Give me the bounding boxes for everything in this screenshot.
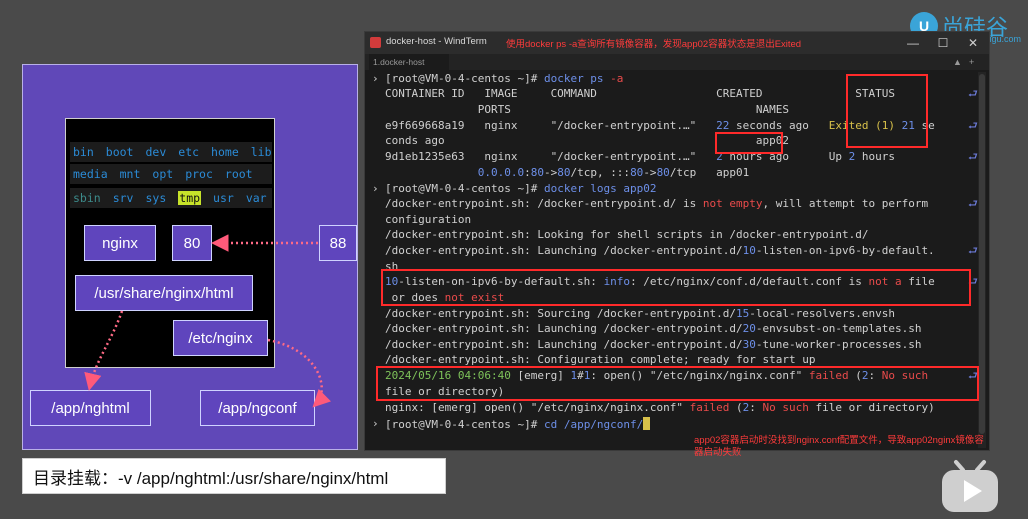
windterm-app-icon bbox=[370, 37, 381, 48]
mount-caption: 目录挂载：-v /app/nghtml:/usr/share/nginx/htm… bbox=[22, 458, 446, 494]
minimize-button[interactable]: — bbox=[898, 32, 928, 54]
terminal-line: /docker-entrypoint.sh: /docker-entrypoin… bbox=[385, 197, 929, 210]
prompt-marker: › bbox=[372, 72, 379, 85]
wrap-icon: ⮐ bbox=[968, 244, 978, 257]
wrap-icon: ⮐ bbox=[968, 150, 978, 163]
tab-add-icon[interactable]: + bbox=[969, 54, 974, 70]
maximize-button[interactable]: ☐ bbox=[928, 32, 958, 54]
terminal-line: 9d1eb1235e63 nginx "/docker-entrypoint.…… bbox=[385, 150, 895, 163]
title-annotation: 使用docker ps -a查询所有镜像容器，发现app02容器状态是退出Exi… bbox=[506, 39, 802, 50]
bottom-annotation: app02容器启动时没找到nginx.conf配置文件，导致app02nginx… bbox=[694, 435, 984, 458]
terminal-line: /docker-entrypoint.sh: Configuration com… bbox=[385, 353, 816, 366]
wrap-icon: ⮐ bbox=[968, 119, 978, 132]
scrollbar-thumb[interactable] bbox=[979, 74, 985, 434]
terminal-line: CONTAINER ID IMAGE COMMAND CREATED STATU… bbox=[385, 87, 895, 100]
terminal-line: [root@VM-0-4-centos ~]# docker ps -a bbox=[385, 72, 624, 85]
terminal-line: PORTS NAMES bbox=[385, 103, 789, 116]
app02-highlight-box bbox=[715, 132, 783, 154]
html-mount-arrow bbox=[84, 310, 124, 391]
conf-mount-arrow bbox=[267, 338, 332, 408]
terminal-line: nginx: [emerg] open() "/etc/nginx/nginx.… bbox=[385, 401, 935, 414]
ipv6-info-highlight-box bbox=[381, 269, 971, 306]
terminal-line: [root@VM-0-4-centos ~]# docker logs app0… bbox=[385, 182, 657, 195]
terminal-line: /docker-entrypoint.sh: Launching /docker… bbox=[385, 338, 922, 351]
terminal-line: /docker-entrypoint.sh: Looking for shell… bbox=[385, 228, 869, 241]
terminal-line: /docker-entrypoint.sh: Sourcing /docker-… bbox=[385, 307, 895, 320]
terminal-line: 0.0.0.0:80->80/tcp, :::80->80/tcp app01 bbox=[477, 166, 750, 179]
window-title: docker-host - WindTerm bbox=[386, 36, 487, 47]
video-player-icon[interactable] bbox=[938, 458, 1002, 516]
tab-docker-host[interactable]: 1.docker-host bbox=[369, 54, 449, 70]
wrap-icon: ⮐ bbox=[968, 197, 978, 210]
tab-prev-icon[interactable]: ▲ bbox=[953, 54, 962, 70]
close-button[interactable]: ✕ bbox=[958, 32, 988, 54]
terminal-line[interactable]: [root@VM-0-4-centos ~]# cd /app/ngconf/ bbox=[385, 417, 651, 432]
prompt-marker: › bbox=[372, 417, 379, 430]
status-highlight-box bbox=[846, 74, 928, 148]
text-cursor bbox=[643, 417, 651, 430]
terminal-line: configuration bbox=[385, 213, 472, 226]
tab-bar: 1.docker-host ▲ + bbox=[365, 54, 989, 70]
prompt-marker: › bbox=[372, 182, 379, 195]
emerg-error-highlight-box bbox=[376, 366, 979, 401]
wrap-icon: ⮐ bbox=[968, 87, 978, 100]
terminal-line: /docker-entrypoint.sh: Launching /docker… bbox=[385, 244, 935, 257]
terminal-line: /docker-entrypoint.sh: Launching /docker… bbox=[385, 322, 922, 335]
title-bar: docker-host - WindTerm 使用docker ps -a查询所… bbox=[365, 32, 989, 54]
mount-arrows bbox=[84, 234, 332, 408]
